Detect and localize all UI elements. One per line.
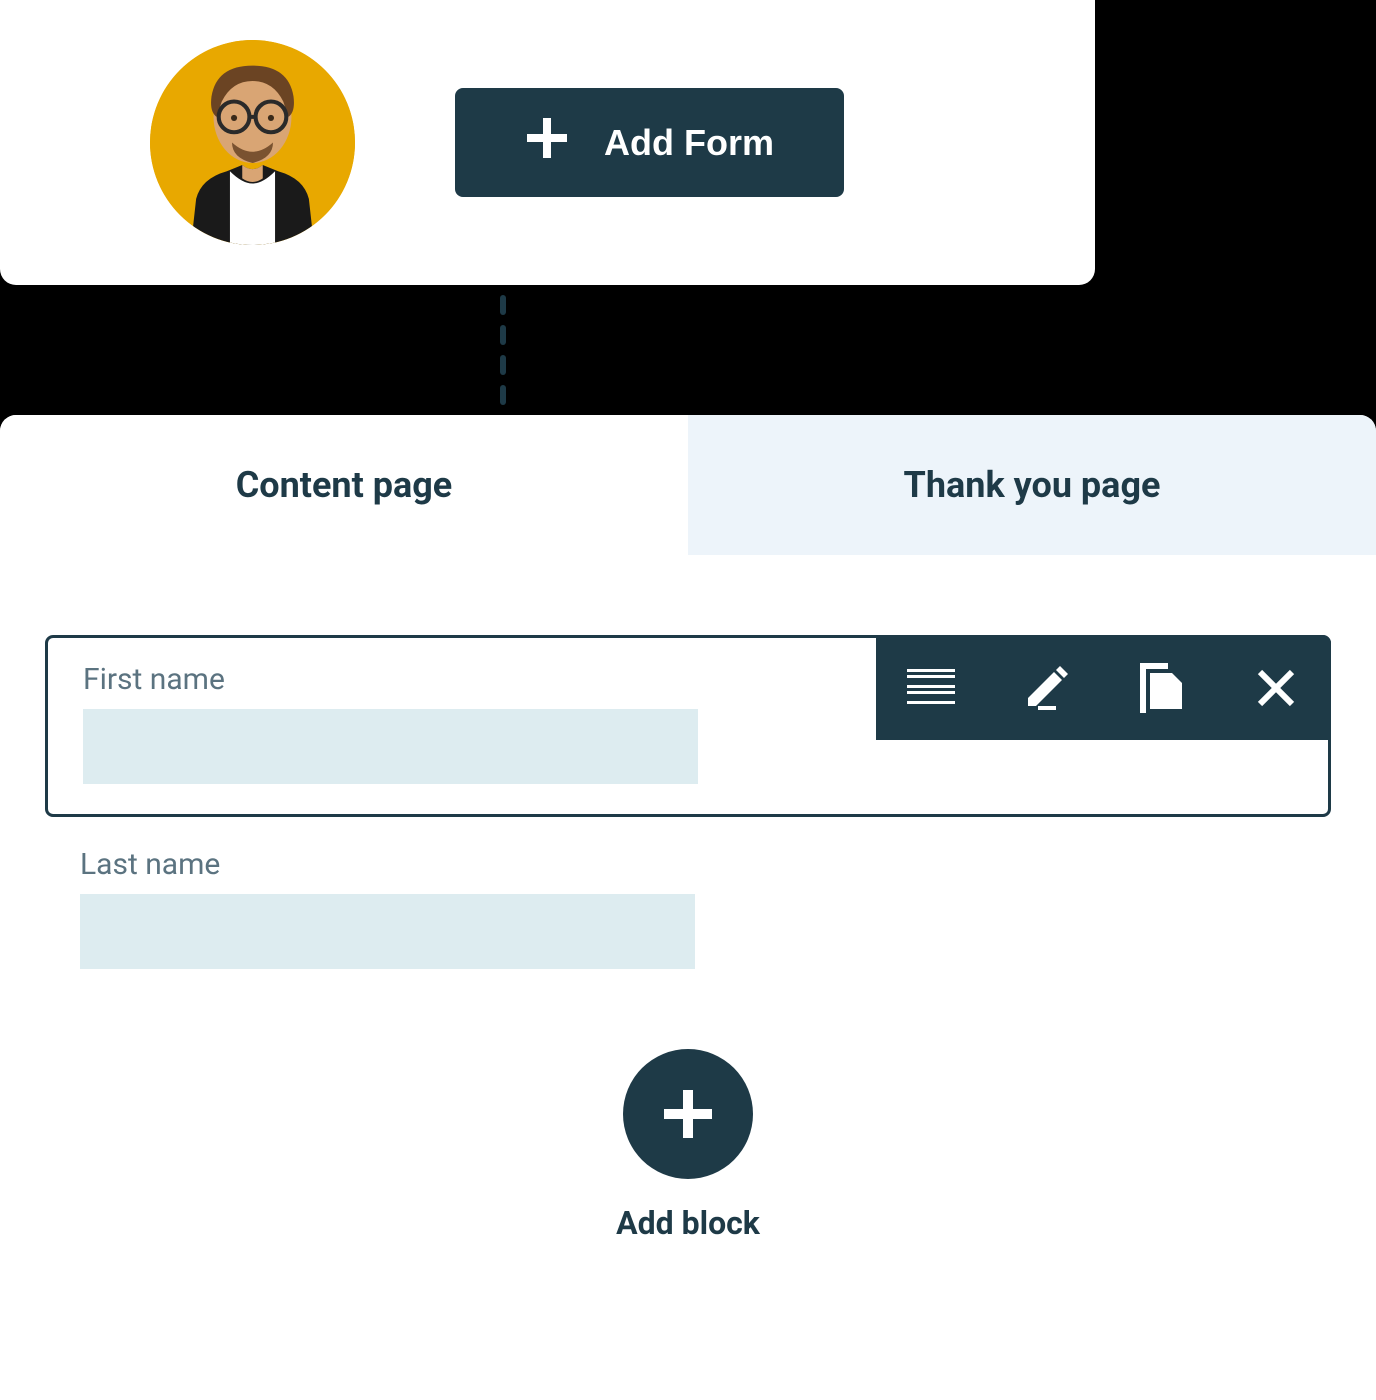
tab-thank-you-page[interactable]: Thank you page bbox=[688, 415, 1376, 555]
close-icon bbox=[1256, 668, 1296, 708]
plus-icon bbox=[660, 1086, 716, 1142]
editor-panel: Content page Thank you page First name bbox=[0, 415, 1376, 1400]
tabs-container: Content page Thank you page bbox=[0, 415, 1376, 555]
edit-button[interactable] bbox=[1021, 663, 1071, 713]
tab-content-page[interactable]: Content page bbox=[0, 415, 688, 555]
last-name-input[interactable] bbox=[80, 894, 695, 969]
field-toolbar bbox=[876, 635, 1331, 740]
add-block-button[interactable] bbox=[623, 1049, 753, 1179]
tab-label: Thank you page bbox=[904, 464, 1161, 506]
field-label: Last name bbox=[80, 847, 1296, 882]
copy-button[interactable] bbox=[1136, 663, 1186, 713]
field-block-last-name[interactable]: Last name bbox=[45, 847, 1331, 969]
add-form-label: Add Form bbox=[604, 122, 774, 164]
first-name-input[interactable] bbox=[83, 709, 698, 784]
add-block-section: Add block bbox=[45, 1049, 1331, 1242]
content-area: First name bbox=[0, 555, 1376, 1282]
menu-button[interactable] bbox=[906, 663, 956, 713]
plus-icon bbox=[525, 116, 569, 169]
avatar bbox=[150, 40, 355, 245]
avatar-image bbox=[150, 40, 355, 245]
connector-line bbox=[500, 285, 506, 415]
copy-icon bbox=[1140, 663, 1182, 713]
field-block-first-name[interactable]: First name bbox=[45, 635, 1331, 817]
menu-icon bbox=[907, 669, 955, 707]
add-block-label: Add block bbox=[616, 1204, 760, 1242]
edit-icon bbox=[1024, 666, 1068, 710]
close-button[interactable] bbox=[1251, 663, 1301, 713]
header-card: Add Form bbox=[0, 0, 1095, 285]
tab-label: Content page bbox=[236, 464, 453, 506]
add-form-button[interactable]: Add Form bbox=[455, 88, 844, 197]
